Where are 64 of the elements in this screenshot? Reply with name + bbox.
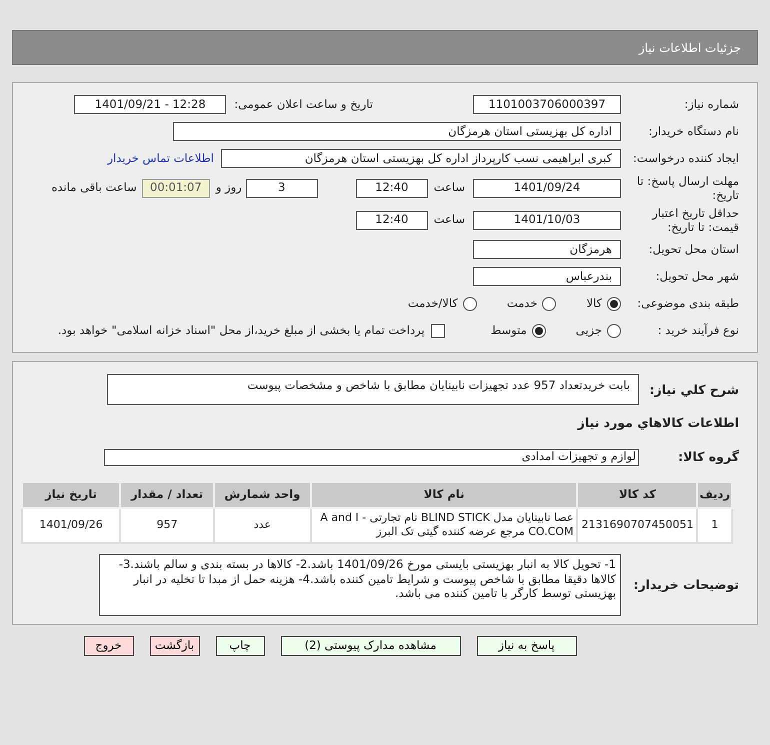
section-label: شرح کلي نياز:	[648, 382, 739, 398]
column-header: تاریخ نیاز	[22, 482, 120, 508]
input-field: 12:40	[356, 178, 428, 198]
field-label: نوع فرآیند خرید :	[656, 323, 739, 338]
field-label: مهلت ارسال پاسخ: تا تاریخ:	[636, 174, 739, 202]
notes-box: 1- تحویل کالا به انبار بهزیستی بایستی مورخ 1401/09/26 باشد.2- کالاها در بسته بندی و سالم باشند.3- کالاها دقیقا مطابق با شاخص پیوست و شرایط تامین کننده باشد.4- هزینه حمل از مبدا تا تخلیه در انبار بهزیستی توسط کارگر با تامین کننده می باشد.	[99, 554, 621, 616]
action-button[interactable]: خروج	[84, 636, 134, 656]
input-field: لوازم و تجهیزات امدادی	[104, 448, 639, 466]
page-title: جزئیات اطلاعات نیاز	[638, 40, 741, 56]
radio-button[interactable]	[542, 296, 556, 310]
field-label: روز و	[216, 179, 242, 196]
field-label: استان محل تحویل:	[648, 242, 739, 257]
action-button[interactable]: بازگشت	[150, 636, 200, 656]
contact-link[interactable]: اطلاعات تماس خریدار	[107, 150, 214, 168]
section-label: گروه کالا:	[677, 449, 739, 465]
section-title: اطلاعات کالاهاي مورد نياز	[578, 414, 739, 432]
radio-button[interactable]	[462, 296, 477, 310]
column-header: نام کالا	[310, 482, 578, 508]
option-label: کالا	[586, 294, 602, 312]
checkbox[interactable]	[430, 324, 445, 338]
field-label: ساعت	[434, 179, 465, 196]
table-cell: 957	[120, 508, 214, 543]
option-label: کالا/خدمت	[408, 294, 458, 312]
field-label: تاریخ و ساعت اعلان عمومی:	[234, 96, 373, 113]
field-label: ساعت	[434, 211, 465, 228]
field-label: ساعت باقی مانده	[52, 179, 137, 196]
timer-field: 00:01:07	[142, 178, 210, 198]
field-label: طبقه بندی موضوعی:	[636, 296, 739, 311]
table-cell: 1	[697, 508, 732, 543]
option-label: خدمت	[506, 294, 538, 312]
field-label: نام دستگاه خریدار:	[647, 124, 739, 139]
input-field: اداره کل بهزیستی استان هرمزگان	[173, 122, 621, 141]
radio-button[interactable]	[607, 296, 621, 310]
section-label: توضیحات خریدار:	[632, 576, 739, 592]
field-label: حداقل تاریخ اعتبار قیمت: تا تاریخ:	[650, 206, 739, 234]
input-field: 12:40	[356, 210, 428, 230]
input-field: هرمزگان	[473, 240, 621, 259]
input-field: 1401/09/21 - 12:28	[74, 95, 226, 114]
field-label: شماره نیاز:	[683, 97, 739, 112]
input-field: 1101003706000397	[473, 95, 621, 114]
column-header: ردیف	[697, 482, 732, 508]
table-cell: عدد	[214, 508, 311, 543]
field-label: ایجاد کننده درخواست:	[632, 151, 739, 166]
table-cell: عصا نابینایان مدل BLIND STICK نام تجارتی A and I -CO.COM مرجع عرضه کننده گیتی تک البرز	[310, 508, 578, 543]
input-field: 1401/09/24	[473, 178, 621, 198]
column-header: واحد شمارش	[214, 482, 311, 508]
column-header: تعداد / مقدار	[120, 482, 214, 508]
action-button[interactable]: پاسخ به نیاز	[476, 636, 576, 656]
table-cell: 1401/09/26	[22, 508, 120, 543]
action-button[interactable]: چاپ	[216, 636, 264, 656]
option-label: جزیی	[576, 322, 602, 339]
checkbox-label: پرداخت تمام یا بخشی از مبلغ خرید،از محل "اسناد خزانه اسلامی" خواهد بود.	[58, 322, 425, 339]
option-label: متوسط	[490, 322, 527, 339]
input-field: 3	[246, 178, 318, 198]
field-label: شهر محل تحویل:	[654, 269, 739, 284]
action-button[interactable]: مشاهده مدارک پیوستی (2)	[280, 636, 460, 656]
input-field: بابت خریدتعداد 957 عدد تجهیزات نابینایان مطابق با شاخص و مشخصات پیوست	[107, 374, 639, 405]
table-cell: 2131690707450051	[577, 508, 698, 543]
radio-button[interactable]	[607, 324, 621, 338]
input-field: 1401/10/03	[473, 210, 621, 230]
input-field: کبری ابراهیمی نسب کارپرداز اداره کل بهزیستی استان هرمزگان	[221, 149, 621, 168]
radio-button[interactable]	[532, 324, 546, 338]
input-field: بندرعباس	[473, 267, 621, 286]
column-header: کد کالا	[577, 482, 698, 508]
